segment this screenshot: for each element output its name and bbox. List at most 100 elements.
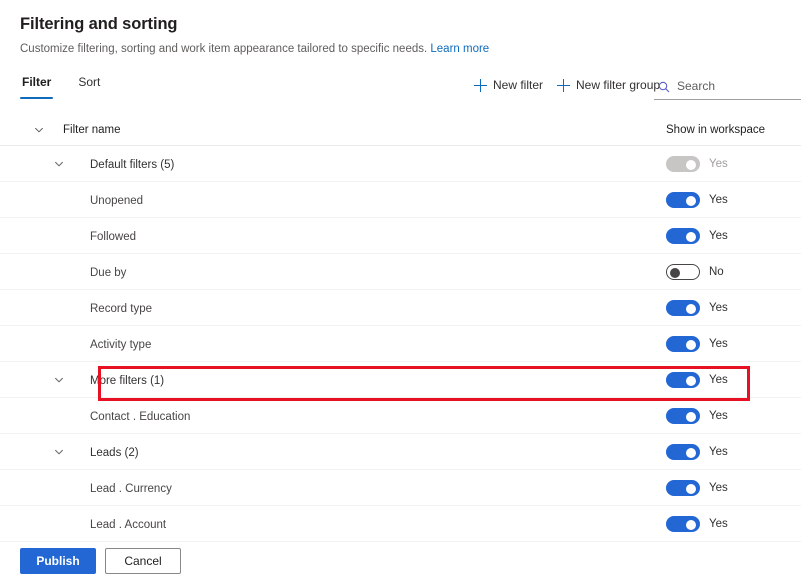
toggle-knob	[686, 375, 696, 386]
row-label: Due by	[90, 266, 127, 279]
row-toggle-cell: Yes	[666, 227, 801, 244]
row-label: More filters (1)	[90, 374, 165, 387]
table-row[interactable]: Activity type Yes	[0, 326, 801, 362]
toggle-state-label: Yes	[709, 409, 728, 422]
publish-button[interactable]: Publish	[20, 548, 96, 574]
column-header-show-in-workspace: Show in workspace	[666, 124, 766, 136]
show-in-workspace-toggle[interactable]	[666, 191, 700, 208]
row-toggle-cell: Yes	[666, 371, 801, 388]
toggle-state-label: Yes	[709, 517, 728, 530]
row-label-cell: Due by	[77, 263, 666, 281]
command-bar: Filter Sort New filter New filter group	[0, 71, 801, 111]
learn-more-link[interactable]: Learn more	[430, 43, 489, 55]
page-title: Filtering and sorting	[20, 15, 178, 33]
chevron-down-icon	[54, 449, 63, 454]
page-subtitle: Customize filtering, sorting and work it…	[20, 41, 781, 57]
show-in-workspace-toggle[interactable]	[666, 371, 700, 388]
toggle-state-label: Yes	[709, 229, 728, 242]
new-filter-group-label: New filter group	[576, 78, 661, 92]
cancel-button[interactable]: Cancel	[105, 548, 181, 574]
row-label-cell: Default filters (5)	[77, 155, 666, 173]
row-toggle-cell: Yes	[666, 155, 801, 172]
row-label-cell: Lead . Currency	[77, 479, 666, 497]
table-body: Default filters (5) Yes Unopened Yes Followe…	[0, 146, 801, 542]
group-expand-toggle[interactable]	[40, 447, 77, 457]
show-in-workspace-toggle[interactable]	[666, 407, 700, 424]
toggle-knob	[686, 231, 696, 242]
column-header-filter-name: Filter name	[63, 124, 121, 136]
row-toggle-cell: Yes	[666, 443, 801, 460]
search-icon	[658, 80, 670, 93]
toggle-state-label: Yes	[709, 193, 728, 206]
row-label-cell: Contact . Education	[77, 407, 666, 425]
show-in-workspace-toggle[interactable]	[666, 299, 700, 316]
table-row[interactable]: Contact . Education Yes	[0, 398, 801, 434]
command-actions: New filter New filter group	[470, 75, 664, 95]
row-toggle-cell: Yes	[666, 191, 801, 208]
row-toggle-cell: Yes	[666, 299, 801, 316]
tab-sort[interactable]: Sort	[76, 71, 102, 99]
row-toggle-cell: Yes	[666, 479, 801, 496]
table-row[interactable]: Default filters (5) Yes	[0, 146, 801, 182]
row-label: Lead . Account	[90, 518, 167, 531]
page-subtitle-text: Customize filtering, sorting and work it…	[20, 43, 428, 55]
row-toggle-cell: Yes	[666, 407, 801, 424]
table-row[interactable]: Due by No	[0, 254, 801, 290]
row-toggle-cell: Yes	[666, 335, 801, 352]
collapse-all-toggle[interactable]	[20, 125, 57, 135]
tab-filter[interactable]: Filter	[20, 71, 54, 99]
toggle-knob	[686, 159, 696, 170]
row-toggle-cell: Yes	[666, 515, 801, 532]
show-in-workspace-toggle[interactable]	[666, 335, 700, 352]
new-filter-label: New filter	[493, 78, 544, 92]
table-row[interactable]: Followed Yes	[0, 218, 801, 254]
table-row[interactable]: Record type Yes	[0, 290, 801, 326]
row-label: Record type	[90, 302, 153, 315]
tab-list: Filter Sort	[20, 71, 102, 99]
show-in-workspace-toggle[interactable]	[666, 515, 700, 532]
row-label: Contact . Education	[90, 410, 191, 423]
table-row[interactable]: Lead . Account Yes	[0, 506, 801, 542]
chevron-down-icon	[34, 127, 43, 133]
row-toggle-cell: No	[666, 263, 801, 280]
table-header-row: Filter name Show in workspace	[0, 115, 801, 146]
toggle-state-label: Yes	[709, 337, 728, 350]
footer-actions: Publish Cancel	[0, 548, 181, 574]
plus-icon	[474, 78, 487, 92]
show-in-workspace-toggle[interactable]	[666, 227, 700, 244]
row-label-cell: Leads (2)	[77, 443, 666, 461]
table-row[interactable]: Lead . Currency Yes	[0, 470, 801, 506]
row-label: Lead . Currency	[90, 482, 172, 495]
group-expand-toggle[interactable]	[40, 159, 77, 169]
row-label: Leads (2)	[90, 446, 139, 459]
table-row[interactable]: More filters (1) Yes	[0, 362, 801, 398]
toggle-state-label: Yes	[709, 481, 728, 494]
table-row[interactable]: Leads (2) Yes	[0, 434, 801, 470]
toggle-knob	[686, 447, 696, 458]
toggle-knob	[686, 411, 696, 422]
show-in-workspace-toggle	[666, 155, 700, 172]
toggle-state-label: Yes	[709, 157, 728, 170]
page-header: Filtering and sorting Customize filterin…	[0, 0, 801, 57]
row-label: Default filters (5)	[90, 158, 175, 171]
group-expand-toggle[interactable]	[40, 375, 77, 385]
filter-table: Filter name Show in workspace Default fi…	[0, 115, 801, 542]
show-in-workspace-toggle[interactable]	[666, 263, 700, 280]
toggle-knob	[686, 195, 696, 206]
row-label: Unopened	[90, 194, 144, 207]
new-filter-button[interactable]: New filter	[470, 75, 547, 95]
show-in-workspace-toggle[interactable]	[666, 479, 700, 496]
toggle-state-label: No	[709, 265, 724, 278]
search-input[interactable]	[677, 78, 801, 94]
row-label-cell: Record type	[77, 299, 666, 317]
toggle-knob	[686, 483, 696, 494]
row-label-cell: Unopened	[77, 191, 666, 209]
show-in-workspace-toggle[interactable]	[666, 443, 700, 460]
chevron-down-icon	[54, 161, 63, 166]
new-filter-group-button[interactable]: New filter group	[553, 75, 664, 95]
search-box[interactable]	[654, 76, 801, 100]
toggle-state-label: Yes	[709, 445, 728, 458]
toggle-knob	[670, 267, 680, 278]
toggle-state-label: Yes	[709, 373, 728, 386]
table-row[interactable]: Unopened Yes	[0, 182, 801, 218]
